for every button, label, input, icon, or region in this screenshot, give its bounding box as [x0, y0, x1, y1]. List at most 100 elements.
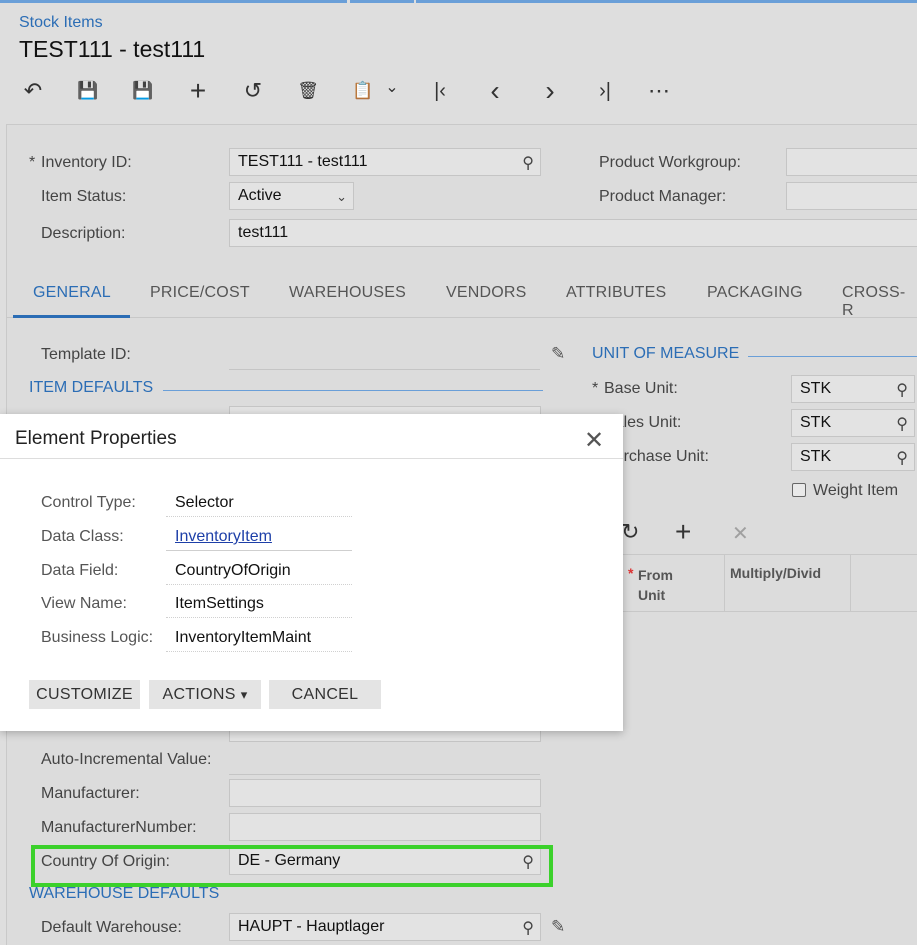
search-icon[interactable]: ⚲ — [522, 918, 534, 938]
tab-packaging[interactable]: PACKAGING — [707, 284, 803, 302]
tab-divider — [6, 317, 917, 318]
business-logic-label: Business Logic: — [41, 629, 154, 646]
first-record-icon[interactable]: |‹ — [425, 76, 455, 106]
breadcrumb[interactable]: Stock Items — [19, 14, 103, 32]
edit-pencil-icon[interactable]: ✎ — [551, 344, 565, 364]
data-class-label: Data Class: — [41, 528, 124, 545]
item-defaults-title: ITEM DEFAULTS — [29, 379, 154, 396]
chevron-down-icon: ⌄ — [336, 189, 347, 204]
last-record-icon[interactable]: ›| — [590, 76, 620, 106]
inventory-id-field[interactable]: TEST111 - test111 ⚲ — [229, 148, 541, 176]
back-icon[interactable]: ↶ — [18, 76, 48, 106]
business-logic-value: InventoryItemMaint — [166, 624, 352, 652]
top-accent-line — [0, 0, 347, 3]
view-name-value: ItemSettings — [166, 590, 352, 618]
tab-cross-reference[interactable]: CROSS-R — [842, 284, 917, 320]
description-value: test111 — [238, 224, 289, 241]
caret-down-icon: ▾ — [240, 686, 248, 702]
unit-of-measure-title: UNIT OF MEASURE — [592, 345, 740, 362]
weight-item-checkbox[interactable] — [792, 483, 806, 497]
column-divider — [850, 555, 851, 611]
close-icon[interactable]: ✕ — [584, 426, 604, 455]
base-unit-value: STK — [800, 380, 832, 397]
actions-button-label: ACTIONS — [162, 685, 236, 703]
template-id-label: Template ID: — [41, 346, 131, 363]
previous-record-icon[interactable]: ‹ — [480, 75, 510, 106]
grid-column-multiply-divide[interactable]: Multiply/Divid — [730, 565, 821, 581]
highlight-box — [31, 845, 553, 887]
chevron-down-icon[interactable]: ⌄ — [377, 72, 407, 102]
required-marker: * — [29, 154, 36, 171]
item-status-value: Active — [238, 187, 282, 204]
control-type-label: Control Type: — [41, 494, 136, 511]
description-label: Description: — [41, 225, 126, 242]
default-warehouse-value: HAUPT - Hauptlager — [238, 918, 385, 935]
clipboard-icon[interactable]: 📋 — [348, 76, 378, 106]
product-workgroup-field[interactable] — [786, 148, 917, 176]
undo-icon[interactable]: ↺ — [238, 76, 268, 106]
edit-pencil-icon[interactable]: ✎ — [551, 917, 565, 937]
grid-column-from-unit[interactable]: From Unit — [638, 565, 698, 605]
top-accent-line — [416, 0, 917, 3]
sales-unit-field[interactable]: STK ⚲ — [791, 409, 915, 437]
required-marker: * — [628, 565, 634, 581]
search-icon[interactable]: ⚲ — [896, 414, 908, 434]
delete-icon[interactable]: 🗑 — [293, 76, 323, 106]
template-id-field[interactable] — [229, 341, 540, 370]
save-close-icon[interactable]: 💾 — [73, 76, 103, 106]
base-unit-field[interactable]: STK ⚲ — [791, 375, 915, 403]
tab-general[interactable]: GENERAL — [33, 284, 111, 302]
inventory-id-label: Inventory ID: — [41, 154, 132, 171]
tab-vendors[interactable]: VENDORS — [446, 284, 527, 302]
manufacturer-field[interactable] — [229, 779, 541, 807]
top-accent-line — [350, 0, 414, 3]
section-divider — [748, 356, 917, 357]
required-marker: * — [592, 380, 599, 397]
tab-attributes[interactable]: ATTRIBUTES — [566, 284, 666, 302]
product-workgroup-label: Product Workgroup: — [599, 154, 741, 171]
purchase-unit-field[interactable]: STK ⚲ — [791, 443, 915, 471]
item-status-select[interactable]: Active ⌄ — [229, 182, 354, 210]
dialog-title: Element Properties — [15, 428, 177, 449]
inventory-id-value: TEST111 - test111 — [238, 153, 368, 170]
uom-grid-header: * From Unit Multiply/Divid — [622, 554, 917, 612]
tab-price-cost[interactable]: PRICE/COST — [150, 284, 250, 302]
element-properties-dialog: Element Properties ✕ Control Type: Selec… — [0, 414, 623, 731]
next-record-icon[interactable]: › — [535, 75, 565, 106]
product-manager-field[interactable] — [786, 182, 917, 210]
dialog-divider — [0, 458, 623, 459]
search-icon[interactable]: ⚲ — [896, 448, 908, 468]
actions-button[interactable]: ACTIONS ▾ — [149, 680, 261, 709]
purchase-unit-value: STK — [800, 448, 832, 465]
product-manager-label: Product Manager: — [599, 188, 727, 205]
search-icon[interactable]: ⚲ — [896, 380, 908, 400]
tab-warehouses[interactable]: WAREHOUSES — [289, 284, 406, 302]
view-name-label: View Name: — [41, 595, 127, 612]
control-type-value: Selector — [166, 489, 352, 517]
refresh-icon[interactable]: ↻ — [621, 519, 639, 545]
manufacturer-number-label: ManufacturerNumber: — [41, 819, 197, 836]
manufacturer-number-field[interactable] — [229, 813, 541, 841]
data-class-link[interactable]: InventoryItem — [166, 523, 352, 551]
delete-row-icon[interactable]: ✕ — [732, 521, 749, 546]
description-field[interactable]: test111 — [229, 219, 917, 247]
auto-incremental-field[interactable] — [229, 746, 540, 775]
data-field-value: CountryOfOrigin — [166, 557, 352, 585]
cancel-button[interactable]: CANCEL — [269, 680, 381, 709]
column-divider — [724, 555, 725, 611]
customize-button[interactable]: CUSTOMIZE — [29, 680, 140, 709]
page-title: TEST111 - test111 — [19, 36, 206, 62]
warehouse-defaults-title: WAREHOUSE DEFAULTS — [29, 885, 220, 902]
search-icon[interactable]: ⚲ — [522, 153, 534, 173]
add-icon[interactable]: + — [183, 75, 213, 106]
more-icon[interactable]: ⋯ — [644, 76, 674, 106]
active-tab-indicator — [13, 315, 130, 318]
base-unit-label: Base Unit: — [604, 380, 678, 397]
manufacturer-label: Manufacturer: — [41, 785, 140, 802]
save-icon[interactable]: 💾 — [128, 76, 158, 106]
item-status-label: Item Status: — [41, 188, 127, 205]
default-warehouse-field[interactable]: HAUPT - Hauptlager ⚲ — [229, 913, 541, 941]
add-row-icon[interactable]: + — [675, 516, 691, 548]
data-field-label: Data Field: — [41, 562, 119, 579]
section-divider — [163, 390, 543, 391]
